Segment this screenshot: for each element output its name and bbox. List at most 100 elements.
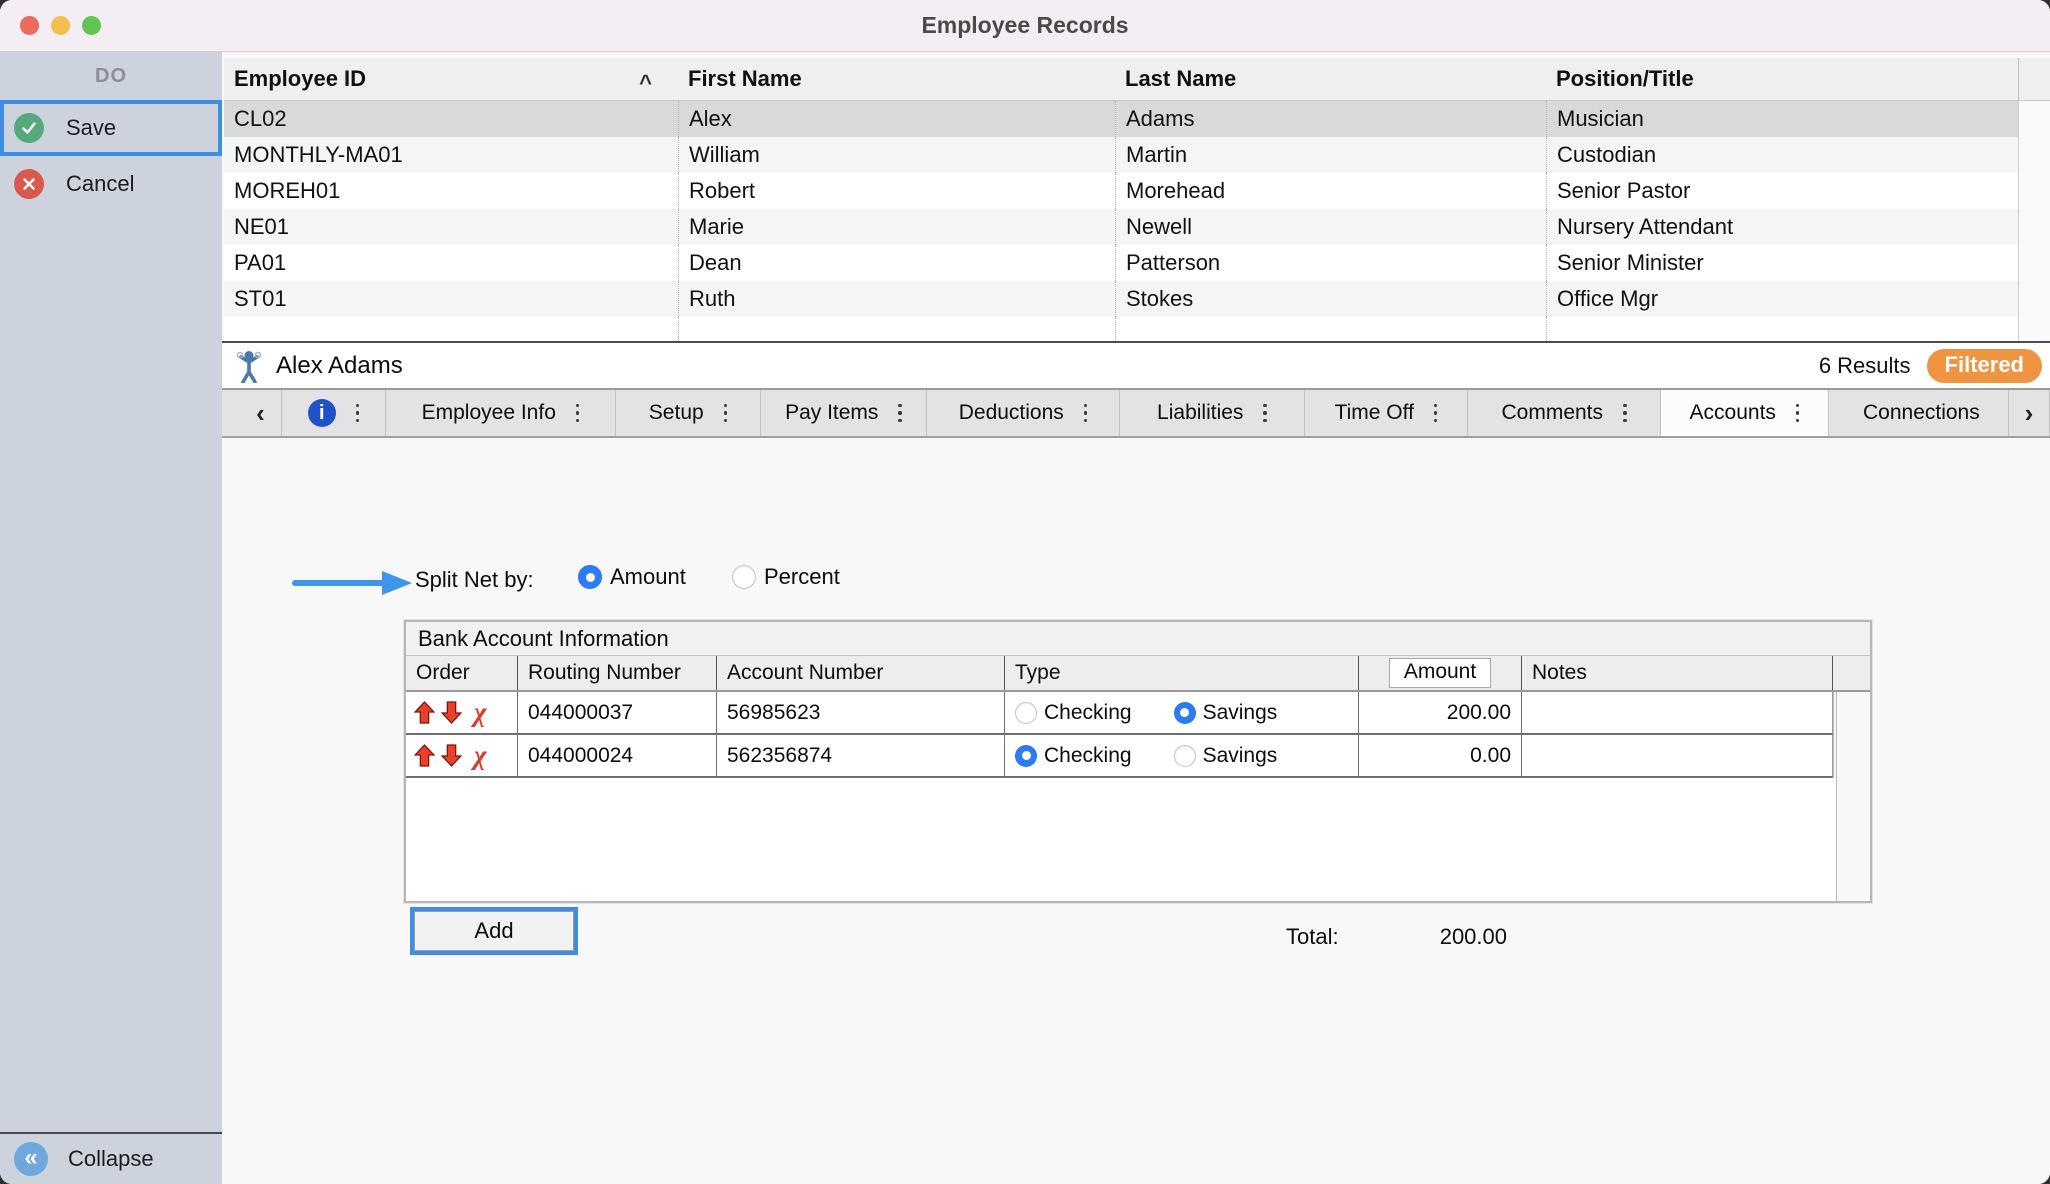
collapse-sidebar-button[interactable]: « Collapse: [0, 1132, 222, 1184]
check-icon: [14, 113, 44, 143]
radio-checking[interactable]: [1015, 745, 1037, 767]
routing-number-field[interactable]: 044000024: [518, 735, 717, 778]
scrollbar-track[interactable]: [2018, 58, 2050, 100]
annotation-arrow-icon: [292, 569, 414, 597]
table-row[interactable]: CL02 Alex Adams Musician: [224, 101, 2050, 137]
title-bar: Employee Records: [0, 0, 2050, 52]
routing-number-field[interactable]: 044000037: [518, 692, 717, 735]
column-header-position[interactable]: Position/Title: [1546, 58, 2018, 100]
collapse-icon: «: [14, 1142, 48, 1176]
tab-liabilities[interactable]: Liabilities: [1120, 390, 1305, 436]
tab-setup[interactable]: Setup: [616, 390, 761, 436]
bank-account-row: χ 044000024 562356874 Checking Savings: [406, 735, 1870, 778]
column-header-notes: Notes: [1522, 656, 1833, 690]
action-sidebar: DO Save Cancel « Collapse: [0, 52, 222, 1184]
tab-menu-icon[interactable]: [576, 404, 580, 423]
collapse-label: Collapse: [68, 1146, 154, 1172]
radio-option-checking[interactable]: Checking: [1015, 701, 1132, 725]
save-button[interactable]: Save: [0, 100, 222, 156]
tab-menu-icon[interactable]: [724, 404, 728, 423]
tab-menu-icon[interactable]: [1796, 404, 1800, 423]
tab-menu-icon[interactable]: [356, 404, 360, 423]
table-row[interactable]: MOREH01 Robert Morehead Senior Pastor: [224, 173, 2050, 209]
account-number-field[interactable]: 562356874: [717, 735, 1005, 778]
delete-row-icon[interactable]: χ: [474, 742, 487, 769]
tab-comments[interactable]: Comments: [1468, 390, 1661, 436]
amount-field[interactable]: 200.00: [1359, 692, 1522, 735]
column-header-type: Type: [1005, 656, 1359, 690]
tab-menu-icon[interactable]: [1263, 404, 1267, 423]
employee-table-header: Employee ID ^ First Name Last Name Posit…: [224, 58, 2050, 101]
close-window-button[interactable]: [20, 16, 39, 35]
cancel-button[interactable]: Cancel: [0, 156, 222, 212]
bank-panel-title: Bank Account Information: [406, 622, 1870, 656]
info-icon: i: [308, 399, 336, 427]
tab-employee-info[interactable]: Employee Info: [386, 390, 616, 436]
radio-option-checking[interactable]: Checking: [1015, 744, 1132, 768]
selected-employee-name: Alex Adams: [276, 352, 403, 380]
table-row[interactable]: ST01 Ruth Stokes Office Mgr: [224, 281, 2050, 317]
window-controls: [20, 0, 101, 51]
move-down-icon[interactable]: [441, 701, 462, 724]
column-header-account: Account Number: [717, 656, 1005, 690]
record-tab-bar: ‹ i Employee Info Setup Pay Items Deduct…: [222, 390, 2050, 438]
column-header-first-name[interactable]: First Name: [678, 58, 1115, 100]
sort-ascending-icon: ^: [639, 70, 652, 96]
move-up-icon[interactable]: [414, 744, 435, 767]
delete-row-icon[interactable]: χ: [474, 699, 487, 726]
tab-deductions[interactable]: Deductions: [927, 390, 1120, 436]
radio-option-savings[interactable]: Savings: [1174, 744, 1278, 768]
tab-time-off[interactable]: Time Off: [1305, 390, 1468, 436]
add-button-annotation: Add: [410, 907, 578, 955]
accounts-tab-content: Split Net by: Amount Percent Bank Accoun…: [222, 438, 2050, 1184]
radio-amount[interactable]: [578, 565, 602, 589]
account-number-field[interactable]: 56985623: [717, 692, 1005, 735]
tab-menu-icon[interactable]: [1084, 404, 1088, 423]
window-title: Employee Records: [921, 12, 1128, 39]
total-value: 200.00: [1347, 924, 1507, 950]
app-window: Employee Records DO Save Cancel « Collap…: [0, 0, 2050, 1184]
notes-field[interactable]: [1522, 735, 1833, 778]
radio-option-amount[interactable]: Amount: [578, 564, 686, 590]
close-icon: [14, 169, 44, 199]
radio-percent[interactable]: [732, 565, 756, 589]
radio-option-savings[interactable]: Savings: [1174, 701, 1278, 725]
table-row[interactable]: MONTHLY-MA01 William Martin Custodian: [224, 137, 2050, 173]
radio-savings[interactable]: [1174, 745, 1196, 767]
tabs-scroll-left-button[interactable]: ‹: [240, 390, 282, 436]
scrollbar-track[interactable]: [1836, 692, 1870, 901]
results-count: 6 Results: [1819, 353, 1911, 379]
tab-info[interactable]: i: [282, 390, 386, 436]
tabs-scroll-right-button[interactable]: ›: [2008, 390, 2050, 436]
minimize-window-button[interactable]: [51, 16, 70, 35]
tab-connections[interactable]: Connections: [1829, 390, 2008, 436]
zoom-window-button[interactable]: [82, 16, 101, 35]
table-row[interactable]: PA01 Dean Patterson Senior Minister: [224, 245, 2050, 281]
bank-account-row: χ 044000037 56985623 Checking Savings: [406, 692, 1870, 735]
move-down-icon[interactable]: [441, 744, 462, 767]
amount-field[interactable]: 0.00: [1359, 735, 1522, 778]
column-header-employee-id[interactable]: Employee ID ^: [224, 58, 678, 100]
tab-pay-items[interactable]: Pay Items: [761, 390, 927, 436]
radio-checking[interactable]: [1015, 702, 1037, 724]
radio-option-percent[interactable]: Percent: [732, 564, 840, 590]
column-header-amount[interactable]: Amount: [1359, 656, 1522, 690]
column-header-routing: Routing Number: [518, 656, 717, 690]
notes-field[interactable]: [1522, 692, 1833, 735]
filtered-badge[interactable]: Filtered: [1927, 349, 2042, 383]
tab-accounts[interactable]: Accounts: [1661, 390, 1829, 436]
save-button-label: Save: [66, 115, 116, 141]
add-account-button[interactable]: Add: [414, 911, 574, 951]
tab-menu-icon[interactable]: [898, 404, 902, 423]
table-row[interactable]: NE01 Marie Newell Nursery Attendant: [224, 209, 2050, 245]
radio-savings[interactable]: [1174, 702, 1196, 724]
tab-menu-icon[interactable]: [1434, 404, 1438, 423]
total-label: Total:: [1286, 924, 1339, 950]
employee-table: Employee ID ^ First Name Last Name Posit…: [224, 58, 2050, 341]
table-filler-row: [224, 317, 2050, 341]
move-up-icon[interactable]: [414, 701, 435, 724]
tab-menu-icon[interactable]: [1623, 404, 1627, 423]
record-bar: Alex Adams 6 Results Filtered: [222, 343, 2050, 390]
cancel-button-label: Cancel: [66, 171, 134, 197]
column-header-last-name[interactable]: Last Name: [1115, 58, 1546, 100]
